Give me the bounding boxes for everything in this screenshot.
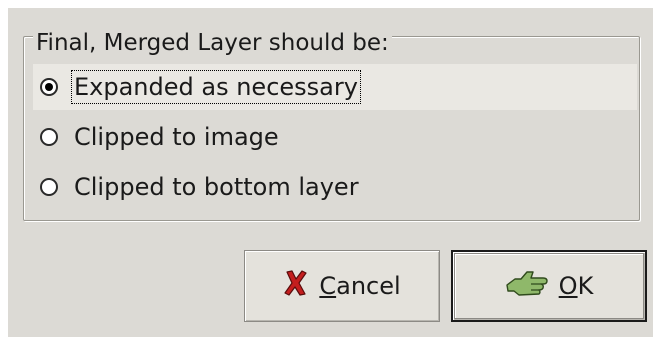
radio-button[interactable] bbox=[40, 178, 58, 196]
radio-label: Clipped to image bbox=[74, 123, 279, 151]
radio-option-clipped-bottom[interactable]: Clipped to bottom layer bbox=[33, 164, 637, 210]
cancel-x-icon bbox=[283, 269, 309, 303]
frame-legend: Final, Merged Layer should be: bbox=[33, 30, 392, 56]
ok-label: OK bbox=[558, 272, 594, 300]
cancel-label: Cancel bbox=[319, 272, 401, 300]
radio-option-clipped-image[interactable]: Clipped to image bbox=[33, 114, 637, 160]
ok-hand-icon bbox=[505, 267, 549, 305]
radio-button[interactable] bbox=[40, 128, 58, 146]
radio-option-expanded[interactable]: Expanded as necessary bbox=[33, 64, 637, 110]
radio-label: Expanded as necessary bbox=[71, 70, 361, 104]
merge-visible-layers-dialog: Final, Merged Layer should be: Expanded … bbox=[8, 8, 653, 337]
radio-button-checked[interactable] bbox=[40, 78, 58, 96]
cancel-button[interactable]: Cancel bbox=[244, 250, 440, 322]
radio-label: Clipped to bottom layer bbox=[74, 173, 359, 201]
ok-button[interactable]: OK bbox=[451, 250, 647, 322]
